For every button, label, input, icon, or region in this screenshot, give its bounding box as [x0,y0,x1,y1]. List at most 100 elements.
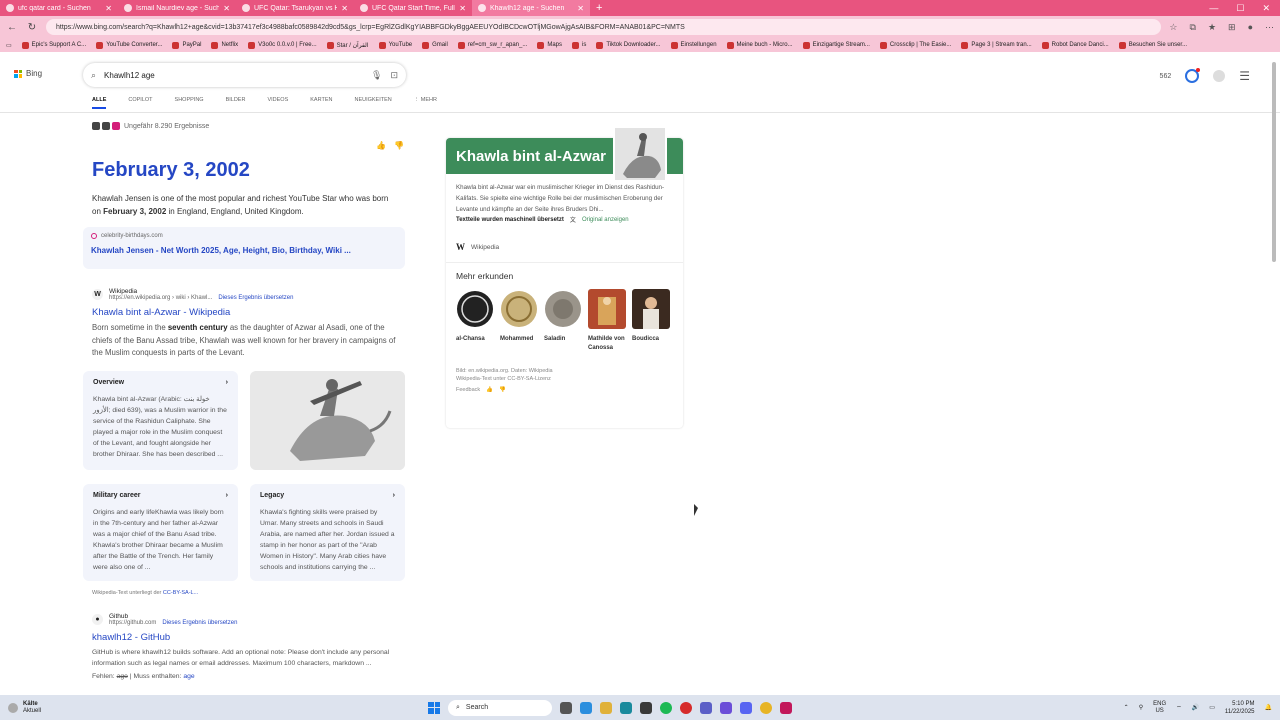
bookmark[interactable]: Epic's Support A C... [21,41,86,49]
visual-search-icon[interactable]: ⊡ [390,70,398,81]
page-scrollbar[interactable] [1272,57,1277,687]
answer-source-link[interactable]: Khawlah Jensen - Net Worth 2025, Age, He… [91,246,397,255]
kp-portrait-image[interactable] [613,126,667,182]
minimize-icon[interactable]: — [1209,3,1218,14]
wifi-icon[interactable]: ⌔ [1176,704,1182,712]
store-icon[interactable] [640,701,652,714]
opera-icon[interactable] [680,701,692,714]
spotify-icon[interactable] [660,701,672,714]
file-explorer-icon[interactable] [600,701,612,714]
bookmark[interactable]: YouTube Converter... [96,41,162,49]
related-item[interactable]: Mathilde von Canossa [588,289,626,353]
app-icon[interactable] [720,701,732,714]
start-icon[interactable] [428,701,440,714]
clock[interactable]: 5:10 PM 11/22/2025 [1225,700,1255,716]
tab-copilot[interactable]: COPILOT [128,97,152,109]
notifications-icon[interactable]: 🔔 [1265,704,1272,711]
extensions-icon[interactable]: ⧉ [1190,22,1196,33]
collections-icon[interactable]: ⊞ [1228,22,1236,33]
rewards-points[interactable]: 562 [1160,73,1172,80]
browser-tab-active[interactable]: Khawlh12 age - Suchen ✕ [472,0,590,16]
bookmark[interactable]: PayPal [172,41,201,49]
tab-videos[interactable]: VIDEOS [267,97,288,109]
tab-neuigkeiten[interactable]: NEUIGKEITEN [354,97,391,109]
opera-gx-icon[interactable] [780,701,792,714]
kp-original-link[interactable]: Original anzeigen [582,217,629,223]
avatar[interactable] [1213,70,1226,82]
military-career-card[interactable]: Military career › Origins and early lifeK… [83,484,238,581]
browser-tab[interactable]: UFC Qatar: Tsarukyan vs Hooker |✕ [236,0,354,16]
bookmark[interactable]: Tiktok Downloader... [596,41,661,49]
url-field[interactable]: https://www.bing.com/search?q=Khawlh12+a… [46,19,1162,35]
bookmark[interactable]: Einstellungen [670,41,717,49]
volume-icon[interactable]: 🔊 [1192,704,1199,711]
tray-app-icon[interactable]: ⚲ [1139,704,1143,711]
must-contain-link[interactable]: age [183,673,194,680]
related-item[interactable]: Mohammed [500,289,538,353]
bookmark[interactable]: Robot Dance Danci... [1041,41,1109,49]
favorites-icon[interactable]: ★ [1208,22,1216,33]
translate-link[interactable]: Dieses Ergebnis übersetzen [162,620,237,626]
related-item[interactable]: Boudicca [632,289,670,353]
overview-card[interactable]: Overview › Khawla bint al-Azwar (Arabic: … [83,371,238,470]
kp-wiki-source[interactable]: W Wikipedia [446,224,683,252]
new-tab-icon[interactable]: + [590,2,608,14]
bookmark[interactable]: Crossclip | The Easie... [879,41,951,49]
answer-source-card[interactable]: celebrity-birthdays.com Khawlah Jensen -… [83,227,405,269]
teams-icon[interactable] [700,701,712,714]
more-icon[interactable]: ⋯ [1265,22,1274,33]
edge-icon[interactable] [620,701,632,714]
related-item[interactable]: Saladin [544,289,582,353]
browser-tab[interactable]: Ismail Naurdiev age - Suchen ✕ [118,0,236,16]
close-tab-icon[interactable]: ✕ [223,4,230,13]
bookmark-menu-icon[interactable]: ▭ [6,42,12,49]
thumbs-up-icon[interactable]: 👍 [376,141,386,150]
chrome-icon[interactable] [760,701,772,714]
bookmark[interactable]: Star / القرآن [326,41,369,49]
close-tab-icon[interactable]: ✕ [105,4,112,13]
bookmark[interactable]: V3o0c 0.0.v.0 | Free... [248,41,317,49]
bookmark[interactable]: YouTube [378,41,412,49]
rewards-icon[interactable] [1185,68,1201,83]
favorite-star-icon[interactable]: ☆ [1169,22,1177,33]
close-tab-icon[interactable]: ✕ [459,4,466,13]
tray-chevron-icon[interactable]: ⌃ [1124,704,1129,711]
weather-widget[interactable]: Kälte Aktuell [8,701,428,715]
bookmark[interactable]: Besuchen Sie unser... [1118,41,1187,49]
bookmark[interactable]: Page 3 | Stream tran... [961,41,1032,49]
close-tab-icon[interactable]: ✕ [577,4,584,13]
language-indicator[interactable]: ENG US [1153,701,1166,715]
refresh-icon[interactable]: ↻ [26,22,38,33]
taskbar-search[interactable]: ⌕ Search [448,699,552,716]
tab-karten[interactable]: KARTEN [310,97,332,109]
search-box[interactable]: ⌕ 🎙 ⊡ [83,63,406,87]
thumbs-down-icon[interactable]: 👎 [394,141,404,150]
result-title-link[interactable]: khawlh12 - GitHub [92,632,397,643]
related-item[interactable]: al-Chansa [456,289,494,353]
bookmark[interactable]: Einzigartige Stream... [802,41,870,49]
search-input[interactable] [104,70,364,80]
thumbs-down-icon[interactable]: 👎 [499,387,506,393]
kp-feedback-label[interactable]: Feedback [456,387,480,393]
thumbs-up-icon[interactable]: 👍 [486,387,493,393]
khawla-illustration[interactable] [250,371,405,470]
bookmark[interactable]: ref=cm_sw_r_apan_... [457,41,527,49]
bookmark[interactable]: Gmail [422,41,448,49]
bookmark[interactable]: is [572,41,586,49]
result-title-link[interactable]: Khawla bint al-Azwar - Wikipedia [92,307,397,318]
back-icon[interactable]: ← [6,22,18,33]
bing-logo[interactable]: Bing [14,69,42,78]
tab-mehr[interactable]: ⋮ MEHR [414,97,437,109]
legacy-card[interactable]: Legacy › Khawla's fighting skills were pr… [250,484,405,581]
discord-icon[interactable] [740,701,752,714]
browser-tab[interactable]: UFC Qatar Start Time, Full Fight C ✕ [354,0,472,16]
bookmark[interactable]: Maps [537,41,562,49]
search-icon[interactable]: ⌕ [91,70,96,81]
close-tab-icon[interactable]: ✕ [341,4,348,13]
close-window-icon[interactable]: ✕ [1262,3,1270,14]
battery-icon[interactable]: ▭ [1209,704,1215,711]
license-link[interactable]: CC-BY-SA-L... [163,590,198,596]
bookmark[interactable]: Meine buch - Micro... [726,41,793,49]
task-view-icon[interactable] [560,701,572,714]
translate-link[interactable]: Dieses Ergebnis übersetzen [218,295,293,301]
